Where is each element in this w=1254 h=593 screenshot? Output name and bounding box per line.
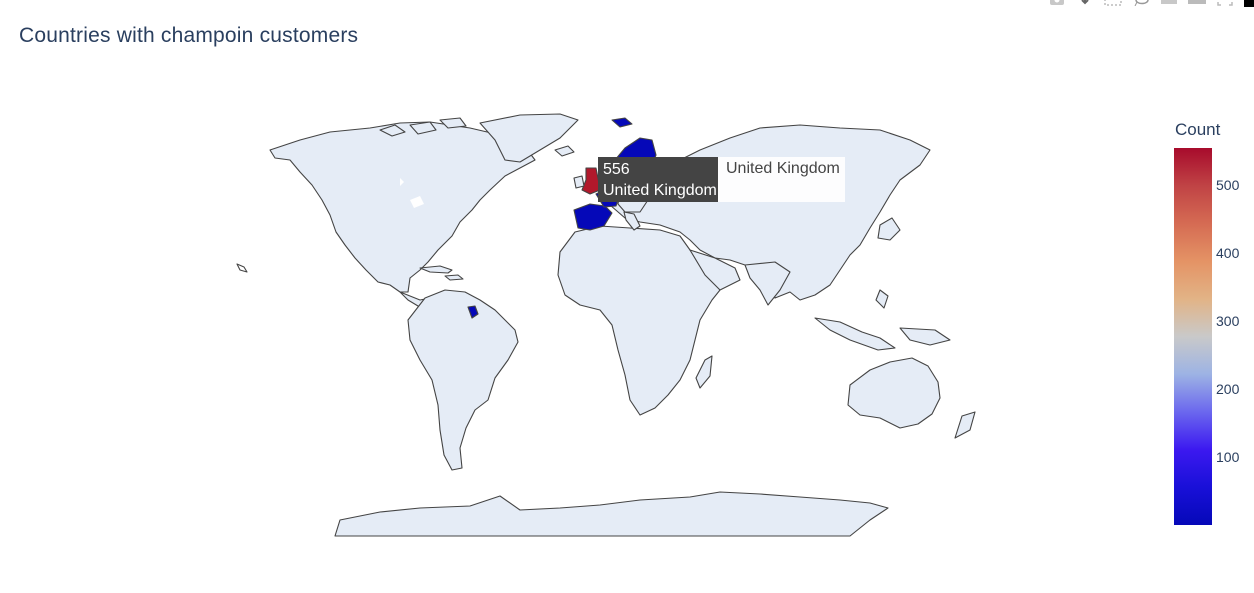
zoom-in-icon[interactable] — [1160, 0, 1178, 8]
plotly-logo[interactable] — [1244, 0, 1254, 7]
tooltip-trace-name: United Kingdom — [718, 157, 845, 202]
colorbar-tick: 400 — [1216, 245, 1240, 261]
zoom-out-icon[interactable] — [1188, 0, 1206, 8]
country-svalbard[interactable] — [611, 117, 633, 128]
colorbar-tick: 500 — [1216, 177, 1240, 193]
country-australia[interactable] — [847, 357, 941, 429]
hover-tooltip: 556 United Kingdom — [598, 157, 718, 202]
country-south-america[interactable] — [407, 289, 519, 471]
world-map[interactable] — [0, 0, 1150, 593]
tooltip-country: United Kingdom — [603, 182, 717, 199]
tooltip-value: 556 — [603, 161, 630, 178]
country-north-america[interactable] — [269, 121, 536, 293]
reset-icon[interactable] — [1216, 0, 1234, 8]
colorbar-tick: 100 — [1216, 449, 1240, 465]
colorbar-title: Count — [1175, 120, 1221, 139]
country-ireland[interactable] — [573, 175, 585, 189]
colorbar-tick: 300 — [1216, 313, 1240, 329]
country-antarctica[interactable] — [334, 491, 889, 537]
colorbar — [1174, 148, 1212, 525]
colorbar-tick: 200 — [1216, 381, 1240, 397]
